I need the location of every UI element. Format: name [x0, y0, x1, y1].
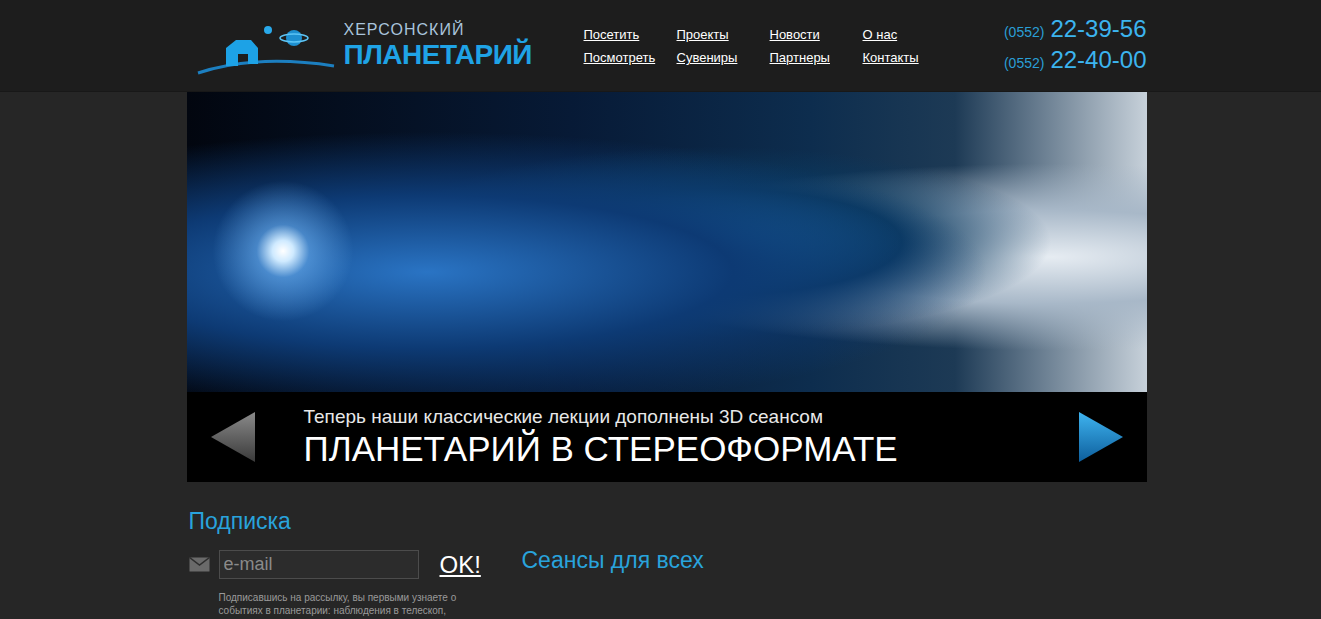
ok-button[interactable]: OK! [440, 551, 481, 579]
prev-button[interactable] [207, 408, 259, 466]
phones: (0552)22-39-56(0552)22-40-00 [1004, 15, 1147, 77]
next-button[interactable] [1075, 408, 1127, 466]
slider: Теперь наши классические лекции дополнен… [187, 92, 1147, 482]
logo-line2: ПЛАНЕТАРИЙ [344, 39, 532, 71]
slide-image [187, 92, 1147, 392]
nav-link[interactable]: Сувениры [677, 49, 770, 66]
planetarium-logo-icon [196, 16, 336, 76]
arrow-left-icon [207, 408, 259, 466]
nav-column: Новости Партнеры [770, 26, 863, 66]
phone: (0552)22-39-56 [1004, 15, 1147, 46]
subscribe-form: OK! [189, 550, 522, 579]
site-header: ХЕРСОНСКИЙПЛАНЕТАРИЙ Посетить ПосмотретьПр… [0, 0, 1321, 92]
nav-link[interactable]: О нас [863, 26, 956, 43]
email-input[interactable] [219, 550, 419, 579]
phone-code: (0552) [1004, 50, 1044, 77]
phone-code: (0552) [1004, 19, 1044, 46]
sessions-panel: Сеансы для всех [522, 508, 1147, 617]
nav-link[interactable]: Партнеры [770, 49, 863, 66]
nav-link[interactable]: Посетить [584, 26, 677, 43]
main-nav: Посетить ПосмотретьПроекты СувенирыНовости… [584, 26, 956, 66]
subscribe-panel: Подписка OK! Подписавшись на рассылку, вы … [187, 508, 522, 617]
slide-title: ПЛАНЕТАРИЙ В СТЕРЕОФОРМАТЕ [304, 429, 1075, 469]
phone: (0552)22-40-00 [1004, 46, 1147, 77]
phone-number: 22-39-56 [1050, 15, 1146, 42]
nav-link[interactable]: Проекты [677, 26, 770, 43]
subscribe-title: Подписка [189, 508, 522, 534]
nav-link[interactable]: Новости [770, 26, 863, 43]
nav-column: Посетить Посмотреть [584, 26, 677, 66]
nav-column: Проекты Сувениры [677, 26, 770, 66]
nav-link[interactable]: Контакты [863, 49, 956, 66]
subscribe-note: Подписавшись на рассылку, вы первыми узн… [219, 591, 487, 617]
logo[interactable]: ХЕРСОНСКИЙПЛАНЕТАРИЙ [196, 16, 536, 76]
slide-subtitle: Теперь наши классические лекции дополнен… [304, 405, 1075, 429]
sessions-title: Сеансы для всех [522, 547, 1147, 573]
logo-line1: ХЕРСОНСКИЙ [344, 21, 532, 39]
phone-number: 22-40-00 [1050, 46, 1146, 73]
slide-caption: Теперь наши классические лекции дополнен… [187, 392, 1147, 482]
envelope-icon [189, 557, 210, 572]
nav-column: О нас Контакты [863, 26, 956, 66]
nav-link[interactable]: Посмотреть [584, 49, 677, 66]
arrow-right-icon [1075, 408, 1127, 466]
